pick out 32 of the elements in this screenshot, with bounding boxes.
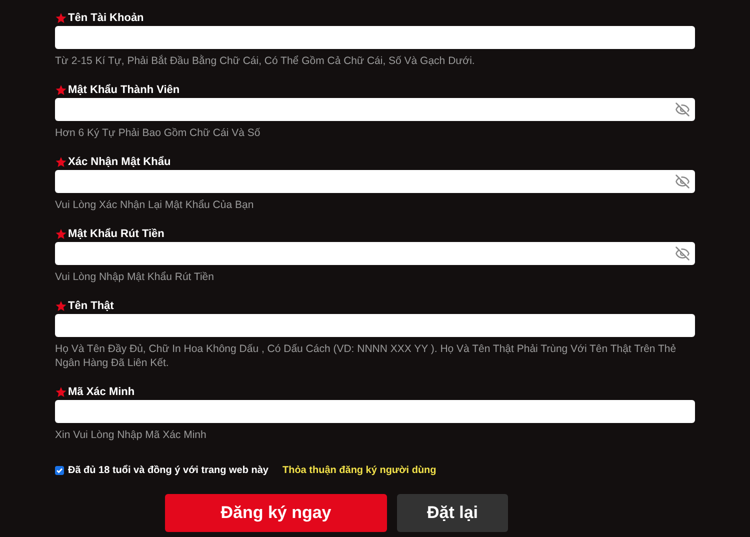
input-field[interactable] <box>55 400 695 423</box>
input-field[interactable] <box>55 26 695 49</box>
field-hint: Vui Lòng Xác Nhận Lại Mật Khẩu Của Bạn <box>55 198 255 212</box>
field-label: Tên Tài Khoản <box>68 12 144 24</box>
hide-password-icon[interactable] <box>675 246 690 261</box>
field-label: Mã Xác Minh <box>68 386 135 398</box>
required-star-icon <box>55 228 67 240</box>
field-label: Mật Khẩu Rút Tiền <box>68 228 164 240</box>
required-star-icon <box>55 386 67 398</box>
required-star-icon <box>55 84 67 96</box>
reset-button[interactable]: Đặt lại <box>397 494 508 532</box>
field-hint: Xin Vui Lòng Nhập Mã Xác Minh <box>55 428 208 442</box>
hide-password-icon[interactable] <box>675 174 690 189</box>
field-label: Tên Thật <box>68 300 114 312</box>
required-star-icon <box>55 156 67 168</box>
required-star-icon <box>55 300 67 312</box>
input-field[interactable] <box>55 98 695 121</box>
input-field[interactable] <box>55 314 695 337</box>
field-hint: Vui Lòng Nhập Mật Khẩu Rút Tiền <box>55 270 215 284</box>
required-star-icon <box>55 12 67 24</box>
agree-checkbox[interactable] <box>55 466 64 474</box>
register-button[interactable]: Đăng ký ngay <box>165 494 387 532</box>
field-label: Mật Khẩu Thành Viên <box>68 84 180 96</box>
user-agreement-link[interactable]: Thỏa thuận đăng ký người dùng <box>282 464 436 476</box>
field-hint: Từ 2-15 Kí Tự, Phải Bắt Đầu Bằng Chữ Cái, Có Thể Gồm Cả Chữ Cái, Số Và Gạch Dưới. <box>55 54 476 68</box>
field-hint: Họ Và Tên Đầy Đủ, Chữ In Hoa Không Dấu , Có Dấu Cách (VD: NNNN XXX YY ). Họ Và Tên Thật Phải Trùng Với Tên Thật Trên Thẻ Ngân Hàng Đã Liên Kết. <box>55 342 678 370</box>
field-hint: Hơn 6 Ký Tự Phải Bao Gồm Chữ Cái Và Số <box>55 126 262 140</box>
hide-password-icon[interactable] <box>675 102 690 117</box>
field-label: Xác Nhận Mật Khẩu <box>68 156 171 168</box>
agreement-text: Đã đủ 18 tuổi và đồng ý với trang web này <box>68 464 268 476</box>
input-field[interactable] <box>55 242 695 265</box>
input-field[interactable] <box>55 170 695 193</box>
